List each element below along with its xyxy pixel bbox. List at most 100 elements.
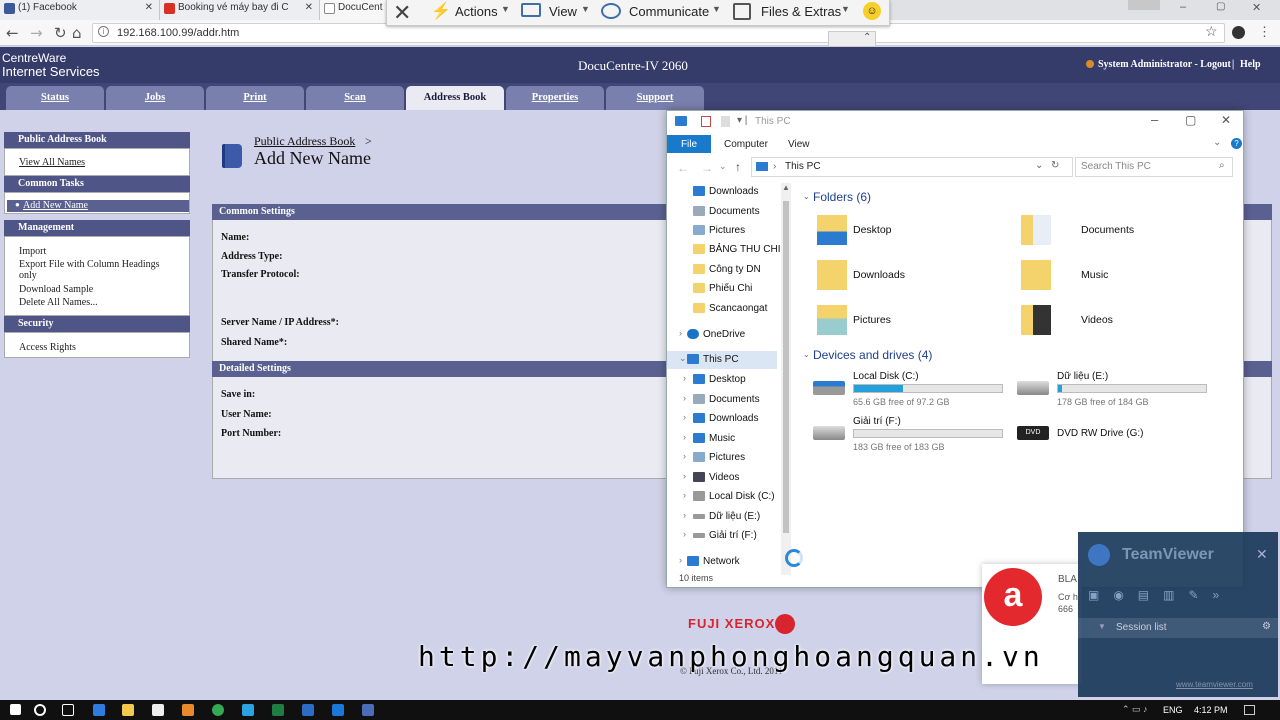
nav-item-phieu-chi[interactable]: Phiếu Chi [667,280,779,298]
up-icon[interactable]: ↑ [735,160,741,174]
close-icon[interactable]: ✕ [1221,113,1231,127]
nav-item-documents-pc[interactable]: › Documents [667,391,779,409]
folders-heading[interactable]: Folders (6) [813,190,871,204]
tab-address-book[interactable]: Address Book [406,86,504,110]
folder-downloads[interactable]: Downloads [817,258,1017,294]
folder-videos[interactable]: Videos [1021,303,1221,339]
expand-icon[interactable]: › [679,328,682,338]
nav-item-documents[interactable]: Documents [667,203,779,221]
help-link[interactable]: Help [1240,59,1261,70]
chevron-down-icon[interactable]: ⌄ [1213,137,1221,148]
collapse-icon[interactable]: ⌄ [803,350,810,359]
smiley-icon[interactable]: ☺ [863,2,881,20]
sidebar-item-import[interactable]: Import [19,246,46,257]
close-window-icon[interactable]: ✕ [1252,1,1261,14]
chevron-up-icon[interactable]: ⌃ [863,32,871,43]
files-extras-menu[interactable]: Files & Extras [761,4,841,19]
nav-item-pictures-pc[interactable]: › Pictures [667,449,779,467]
sidebar-item-access-rights[interactable]: Access Rights [19,342,76,353]
teamviewer-collapse-handle[interactable]: ⌃ [828,31,876,47]
nav-item-music[interactable]: › Music [667,430,779,448]
back-icon[interactable]: ← [6,24,19,42]
expand-icon[interactable]: › [683,490,686,500]
expand-icon[interactable]: › [683,529,686,539]
menu-icon[interactable]: ⋮ [1258,24,1271,40]
language-indicator[interactable]: ENG [1163,705,1183,715]
close-tab-icon[interactable]: ✕ [305,2,313,13]
expand-icon[interactable]: › [683,393,686,403]
nav-item-du-lieu-e[interactable]: › Dữ liệu (E:) [667,508,779,526]
minimize-icon[interactable]: – [1151,112,1158,127]
edge-icon[interactable] [93,704,105,716]
folder-desktop[interactable]: Desktop [817,213,1017,249]
recent-locations-icon[interactable]: ⌄ [719,161,727,172]
browser-tab-facebook[interactable]: (1) Facebook ✕ [0,0,160,20]
excel-icon[interactable] [272,704,284,716]
skype-icon[interactable] [242,704,254,716]
nav-item-giai-tri-f[interactable]: › Giải trí (F:) [667,527,779,545]
drive-local-disk-c[interactable]: Local Disk (C:) 65.6 GB free of 97.2 GB [813,369,1013,409]
nav-item-videos[interactable]: › Videos [667,469,779,487]
tray-icons[interactable]: ⌃ ▭ ♪ [1122,704,1148,715]
collapse-icon[interactable]: ⌄ [679,353,687,364]
file-explorer-icon[interactable] [122,704,134,716]
ribbon-tab-view[interactable]: View [788,139,810,150]
expand-icon[interactable]: › [683,510,686,520]
url-field[interactable]: 192.168.100.99/addr.htm [92,23,1225,43]
clock[interactable]: 4:12 PM [1194,705,1228,715]
app-taskbar-icon[interactable] [362,704,374,716]
communicate-menu[interactable]: Communicate [629,4,709,19]
properties-icon[interactable] [701,116,711,127]
sidebar-item-download-sample[interactable]: Download Sample [19,284,93,295]
nav-item-this-pc[interactable]: ⌄ This PC [667,351,777,369]
expand-icon[interactable]: › [683,451,686,461]
tab-scan[interactable]: Scan [306,86,404,110]
session-list-row[interactable]: ▼ Session list ⚙ [1078,618,1278,638]
sidebar-item-delete-all[interactable]: Delete All Names... [19,297,98,308]
extension-icon[interactable] [1232,26,1245,39]
expand-icon[interactable]: › [683,373,686,383]
tab-print[interactable]: Print [206,86,304,110]
nav-item-pictures[interactable]: Pictures [667,222,779,240]
store-icon[interactable] [152,704,164,716]
close-session-icon[interactable]: ✕ [393,0,411,26]
nav-item-local-disk-c[interactable]: › Local Disk (C:) [667,488,779,506]
new-folder-icon[interactable] [721,116,730,127]
minimize-icon[interactable]: – [1180,1,1186,13]
sidebar-item-export[interactable]: Export File with Column Headings only [19,259,179,281]
nav-scrollbar[interactable]: ▲ [781,183,791,575]
nav-item-downloads-pc[interactable]: › Downloads [667,410,779,428]
breadcrumb-link[interactable]: Public Address Book [254,134,355,149]
scrollbar-thumb[interactable] [783,201,789,533]
drive-du-lieu-e[interactable]: Dữ liệu (E:) 178 GB free of 184 GB [1017,369,1217,409]
scroll-up-icon[interactable]: ▲ [782,183,790,192]
info-icon[interactable]: i [98,26,109,37]
gear-icon[interactable]: ⚙ [1262,621,1271,632]
tab-properties[interactable]: Properties [506,86,604,110]
teamviewer-action-icons[interactable]: ▣◉▤▥✎» [1088,588,1233,602]
browser-tab-docucentre[interactable]: DocuCent [320,0,390,20]
nav-item-downloads[interactable]: Downloads [667,183,779,201]
folder-music[interactable]: Music [1021,258,1221,294]
maximize-icon[interactable]: ▢ [1185,113,1196,127]
reload-icon[interactable]: ↻ [54,24,67,42]
nav-item-network[interactable]: › Network [667,553,779,571]
browser-tab-booking[interactable]: Booking vé máy bay đi C ✕ [160,0,320,20]
tab-support[interactable]: Support [606,86,704,110]
search-icon[interactable] [34,704,46,716]
windows-start-icon[interactable] [10,704,21,715]
qat-dropdown-icon[interactable]: ▾ | [737,115,747,126]
task-view-icon[interactable] [62,704,74,716]
ribbon-tab-computer[interactable]: Computer [724,139,768,150]
forward-icon[interactable]: → [30,24,43,42]
drive-dvd-rw-g[interactable]: DVD DVD RW Drive (G:) [1017,414,1217,454]
home-icon[interactable]: ⌂ [72,24,82,42]
notifications-icon[interactable] [1244,705,1255,715]
tab-jobs[interactable]: Jobs [106,86,204,110]
forward-icon[interactable]: → [701,161,713,175]
actions-menu[interactable]: Actions [455,4,498,19]
folder-documents[interactable]: Documents [1021,213,1221,249]
back-icon[interactable]: ← [677,161,689,175]
user-logout-link[interactable]: System Administrator - Logout [1098,59,1231,70]
drive-giai-tri-f[interactable]: Giải trí (F:) 183 GB free of 183 GB [813,414,1013,454]
